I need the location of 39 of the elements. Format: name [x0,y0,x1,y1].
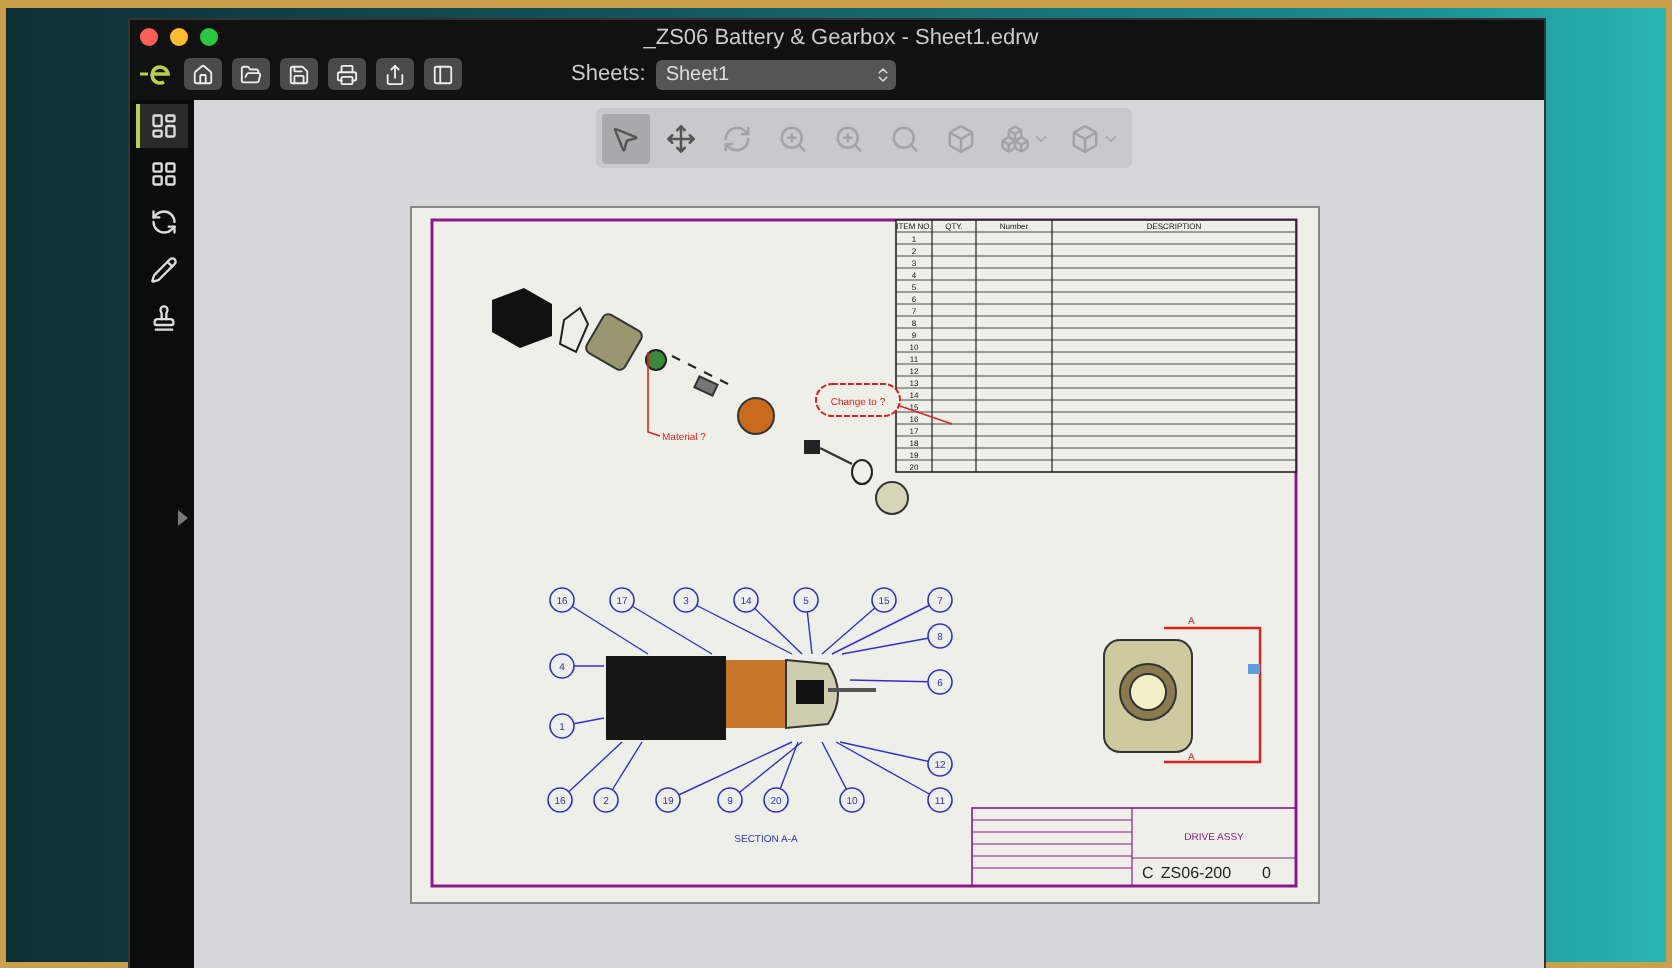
save-button[interactable] [279,58,317,90]
stamp-icon [149,304,177,332]
save-icon [287,63,309,85]
share-icon [383,63,405,85]
minimize-button[interactable] [169,28,187,46]
cube-icon [946,123,976,153]
home-icon [191,63,213,85]
sheet-layout-icon [149,112,177,140]
sheets-label: Sheets: [571,62,646,86]
cubes-icon [999,123,1029,153]
rotate-icon [722,123,752,153]
share-button[interactable] [375,58,413,90]
pointer-icon [610,123,640,153]
cube-view-icon [1069,123,1099,153]
zoom-area-icon [834,123,864,153]
leader-line [898,405,952,425]
sheet-select[interactable]: Sheet1 [655,59,896,89]
folder-button[interactable] [231,58,269,90]
print-button[interactable] [327,58,365,90]
sheet-layout-tab[interactable] [135,104,187,148]
end-view-drawing [1102,639,1192,753]
grid-icon [149,160,177,188]
leader-line [646,351,660,437]
window-title: _ZS06 Battery & Gearbox - Sheet1.edrw [643,25,1041,49]
folder-icon [239,63,261,85]
panel-icon [431,63,453,85]
stepper-icon [873,65,892,83]
pointer-tool[interactable] [601,113,649,163]
move-icon [666,123,696,153]
zoom-in-icon [778,123,808,153]
print-icon [335,63,357,85]
panel-button[interactable] [423,58,461,90]
close-button[interactable] [139,28,157,46]
rotate-icon [149,208,177,236]
zoom-fit-icon [890,123,920,153]
section-line [1163,626,1261,764]
home-button[interactable] [183,58,221,90]
zoom-button[interactable] [199,28,217,46]
pencil-icon [149,256,177,284]
